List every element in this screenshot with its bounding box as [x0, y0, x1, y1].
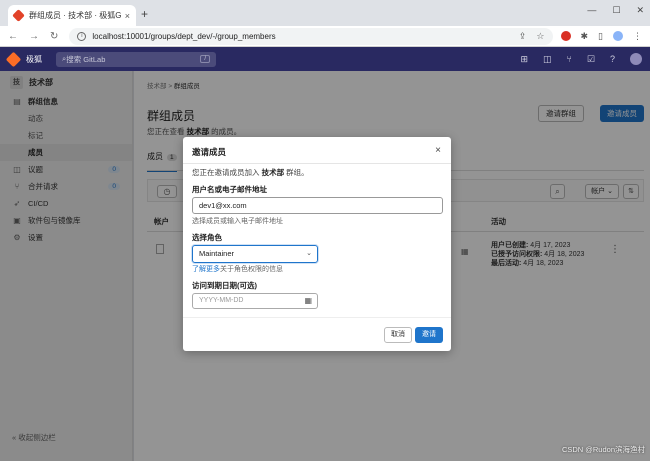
tab-title: 群组成员 · 技术部 · 极狐Gi	[29, 11, 121, 20]
extensions-puzzle-icon[interactable]: ✱	[581, 31, 589, 42]
reload-icon[interactable]: ↻	[50, 31, 58, 42]
username-email-input[interactable]: dev1@xx.com	[192, 197, 443, 214]
tab-close-icon[interactable]: ×	[125, 11, 130, 21]
cancel-button[interactable]: 取消	[384, 327, 412, 343]
browser-toolbar: ← → ↻ i localhost:10001/groups/dept_dev/…	[0, 26, 650, 47]
extensions-area: ✱ ▯ ⋮	[560, 31, 642, 42]
address-bar-actions: ⇪ ☆	[519, 31, 545, 42]
invite-button[interactable]: 邀请	[415, 327, 443, 343]
role-select[interactable]: Maintainer ⌄	[192, 245, 318, 263]
new-tab-button[interactable]: +	[141, 7, 148, 21]
sidepanel-icon[interactable]: ▯	[598, 31, 603, 42]
todos-icon[interactable]: ☑	[587, 54, 595, 65]
merge-requests-icon[interactable]: ⑂	[567, 54, 572, 64]
username-label: 用户名或电子邮件地址	[192, 185, 267, 194]
username-help-text: 选择成员或输入电子邮件地址	[192, 218, 283, 225]
expiry-date-label: 访问到期日期(可选)	[192, 281, 257, 290]
invite-members-modal: 邀请成员 × 您正在邀请成员加入 技术部 群组。 用户名或电子邮件地址 dev1…	[183, 137, 451, 351]
modal-intro: 您正在邀请成员加入 技术部 群组。	[192, 168, 309, 177]
profile-avatar-icon[interactable]	[613, 31, 623, 41]
share-icon[interactable]: ⇪	[519, 31, 527, 42]
expiry-date-input[interactable]: YYYY-MM-DD ▦	[192, 293, 318, 309]
brand-name[interactable]: 极狐	[26, 54, 42, 65]
global-search-input[interactable]: ⌕ 搜索 GitLab /	[56, 51, 216, 67]
create-new-icon[interactable]: ⊞	[520, 54, 528, 65]
minimize-button[interactable]: —	[587, 5, 596, 16]
gitlab-logo-icon[interactable]	[5, 51, 22, 67]
url-text[interactable]: localhost:10001/groups/dept_dev/-/group_…	[92, 32, 510, 41]
maximize-button[interactable]: ☐	[612, 5, 620, 16]
modal-footer-divider	[183, 317, 451, 318]
back-icon[interactable]: ←	[8, 31, 18, 42]
site-info-icon[interactable]: i	[77, 31, 87, 41]
user-avatar[interactable]	[630, 53, 642, 65]
forward-icon[interactable]: →	[29, 31, 39, 42]
role-label: 选择角色	[192, 233, 222, 242]
gitlab-top-bar: 极狐 ⌕ 搜索 GitLab / ⊞ ◫ ⑂ ☑ ?	[0, 47, 650, 71]
browser-tab-strip: 群组成员 · 技术部 · 极狐Gi × + — ☐ ✕	[0, 0, 650, 26]
top-bar-actions: ⊞ ◫ ⑂ ☑ ?	[520, 53, 642, 65]
search-shortcut-hint: /	[200, 55, 210, 63]
help-icon[interactable]: ?	[610, 54, 615, 64]
browser-tab[interactable]: 群组成员 · 技术部 · 极狐Gi ×	[8, 5, 136, 26]
browser-menu-icon[interactable]: ⋮	[633, 31, 642, 42]
modal-title: 邀请成员	[192, 147, 227, 157]
modal-header-divider	[183, 163, 451, 164]
address-bar[interactable]: i localhost:10001/groups/dept_dev/-/grou…	[69, 27, 553, 45]
issues-icon[interactable]: ◫	[543, 54, 552, 65]
search-placeholder: 搜索 GitLab	[66, 54, 106, 64]
gitlab-favicon-icon	[12, 9, 25, 22]
role-permissions-help: 了解更多关于角色权限的信息	[192, 266, 283, 273]
learn-more-link[interactable]: 了解更多	[192, 266, 220, 273]
close-window-button[interactable]: ✕	[636, 5, 644, 16]
calendar-icon[interactable]: ▦	[304, 294, 312, 308]
window-controls: — ☐ ✕	[587, 5, 644, 16]
bookmark-star-icon[interactable]: ☆	[536, 31, 544, 42]
adblock-extension-icon[interactable]	[560, 31, 571, 41]
watermark-text: CSDN @Rudon滨海渔村	[561, 445, 645, 454]
chevron-down-icon: ⌄	[306, 250, 312, 257]
close-icon[interactable]: ×	[435, 145, 441, 156]
